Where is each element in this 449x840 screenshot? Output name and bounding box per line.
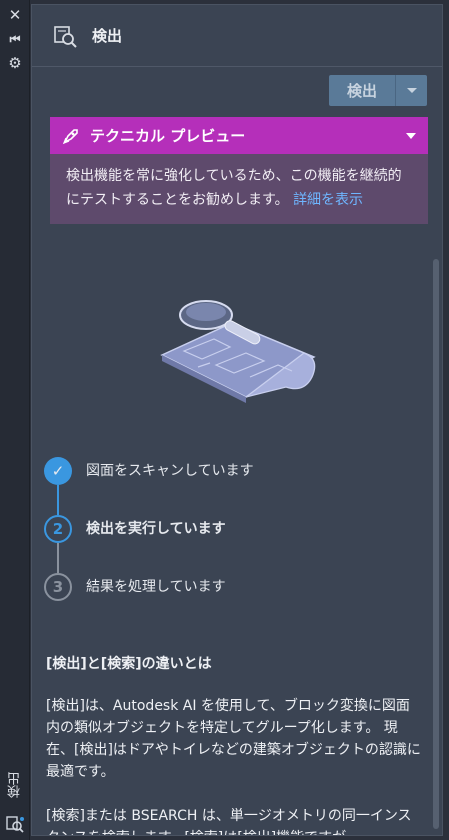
- rocket-icon: [62, 128, 78, 144]
- article-heading: [検出]と[検索]の違いとは: [46, 656, 212, 672]
- blueprint-magnifier-illustration: [160, 300, 316, 403]
- chevron-down-icon: [406, 88, 417, 93]
- page-title: 検出: [92, 27, 123, 45]
- help-article: [検出]と[検索]の違いとは [検出]は、Autodesk AI を使用して、ブ…: [46, 653, 422, 835]
- technical-preview-title: テクニカル プレビュー: [90, 127, 246, 145]
- detect-panel: 検出 検出 テクニカル プレビュー 検出機能を常に強化しているため、この機能を継…: [31, 4, 443, 836]
- step-number-badge: 3: [44, 573, 72, 601]
- step-number-badge: 2: [44, 515, 72, 543]
- step-label: 検出を実行しています: [86, 521, 226, 537]
- article-paragraph: [検索]または BSEARCH は、単一ジオメトリの同一インスタンスを検索します…: [46, 808, 412, 835]
- detect-toolbar: 検出: [329, 75, 427, 106]
- step-complete-check-icon: ✓: [44, 457, 72, 485]
- step-label: 結果を処理しています: [86, 579, 226, 595]
- detect-magnifier-icon: [54, 25, 77, 48]
- palette-rail: ✕ ⏮ ⚙ 検出: [0, 0, 30, 840]
- technical-preview-message: 検出機能を常に強化しているため、この機能を継続的にテストすることをお勧めします。…: [50, 154, 428, 224]
- step-connector: [57, 485, 59, 515]
- detect-options-button[interactable]: [395, 75, 427, 106]
- step-scan: ✓ 図面をスキャンしています: [44, 457, 404, 515]
- article-paragraph: [検出]は、Autodesk AI を使用して、ブロック変換に図面内の類似オブジ…: [46, 698, 421, 780]
- close-icon[interactable]: ✕: [6, 6, 24, 24]
- progress-steps: ✓ 図面をスキャンしています 2 検出を実行しています 3 結果を処理しています: [44, 457, 404, 631]
- collapse-icon[interactable]: ⏮: [6, 30, 24, 48]
- rail-title: 検出: [8, 772, 23, 798]
- learn-more-link[interactable]: 詳細を表示: [293, 192, 363, 208]
- detect-magnifier-icon[interactable]: [5, 814, 25, 834]
- step-run: 2 検出を実行しています: [44, 515, 404, 573]
- chevron-down-icon[interactable]: [406, 133, 416, 139]
- scrollbar[interactable]: [433, 259, 439, 829]
- step-label: 図面をスキャンしています: [86, 463, 254, 479]
- technical-preview-banner: テクニカル プレビュー 検出機能を常に強化しているため、この機能を継続的にテスト…: [50, 117, 428, 224]
- detect-button[interactable]: 検出: [329, 75, 395, 106]
- step-connector: [57, 543, 59, 573]
- technical-preview-header[interactable]: テクニカル プレビュー: [50, 117, 428, 154]
- gear-icon[interactable]: ⚙: [6, 54, 24, 72]
- panel-header: 検出: [32, 5, 442, 67]
- step-process: 3 結果を処理しています: [44, 573, 404, 631]
